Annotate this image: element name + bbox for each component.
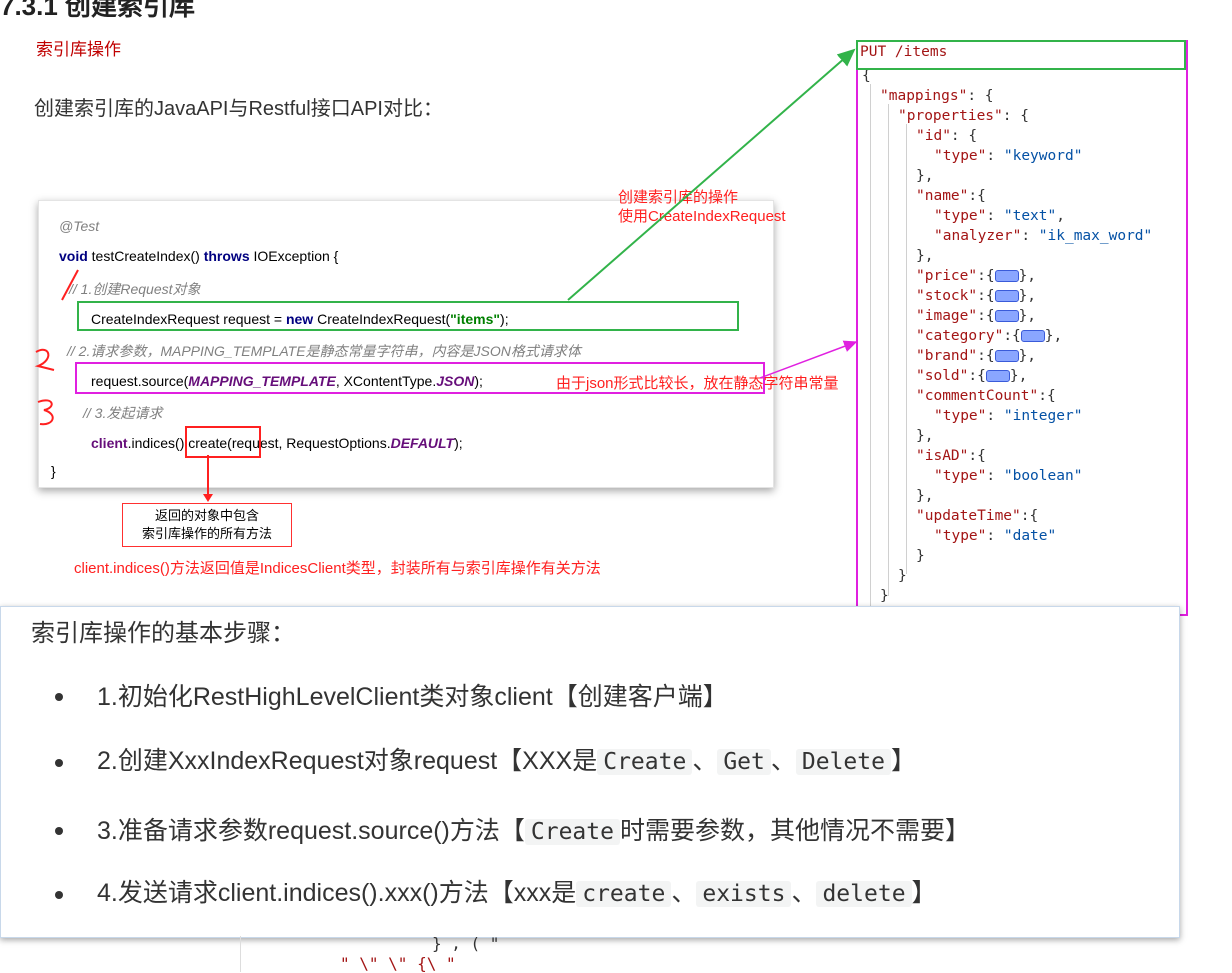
bottom-divider (240, 936, 241, 972)
handwritten-3 (37, 399, 54, 426)
steps-card: 索引库操作的基本步骤： 1.初始化RestHighLevelClient类对象c… (0, 606, 1180, 938)
bullet-2 (55, 759, 63, 767)
step-2: 2.创建XxxIndexRequest对象request【XXX是 Create、… (97, 747, 916, 775)
bottom-fragment-2: " \" \" {\ " (340, 954, 456, 973)
step-1: 1.初始化RestHighLevelClient类对象client【创建客户端】 (97, 683, 728, 711)
step-4: 4.发送请求client.indices().xxx()方法【xxx是 creat… (97, 879, 937, 907)
step-3: 3.准备请求参数request.source()方法【 Create 时需要参数，其… (97, 817, 970, 845)
steps-title: 索引库操作的基本步骤： (31, 620, 295, 647)
bullet-3 (55, 827, 63, 835)
magenta-arrow (759, 340, 858, 379)
check-mark-1 (61, 269, 79, 301)
green-arrow (567, 48, 856, 301)
bullet-4 (55, 891, 63, 899)
handwritten-2 (34, 348, 55, 371)
bottom-fragment-1: } , ( " (432, 934, 500, 953)
bullet-1 (55, 693, 63, 701)
